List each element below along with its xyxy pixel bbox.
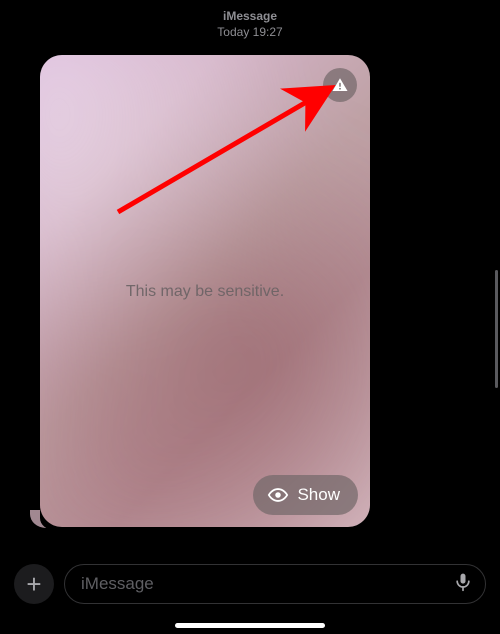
conversation-timestamp-header: iMessage Today 19:27 bbox=[0, 0, 500, 40]
home-indicator[interactable] bbox=[175, 623, 325, 628]
scroll-indicator bbox=[495, 270, 498, 388]
sensitive-warning-badge[interactable] bbox=[323, 68, 357, 102]
service-label: iMessage bbox=[0, 8, 500, 24]
warning-triangle-icon bbox=[331, 76, 349, 94]
show-sensitive-button[interactable]: Show bbox=[253, 475, 358, 515]
show-button-label: Show bbox=[297, 485, 340, 505]
message-placeholder: iMessage bbox=[81, 574, 154, 594]
dictation-mic-icon[interactable] bbox=[453, 572, 473, 596]
message-text-field[interactable]: iMessage bbox=[64, 564, 486, 604]
sensitive-content-label: This may be sensitive. bbox=[40, 283, 370, 301]
timestamp-label: Today 19:27 bbox=[0, 24, 500, 40]
eye-icon bbox=[267, 484, 289, 506]
attach-plus-button[interactable]: + bbox=[14, 564, 54, 604]
message-input-bar: + iMessage bbox=[0, 562, 500, 606]
plus-icon: + bbox=[26, 569, 41, 600]
incoming-sensitive-image-bubble[interactable]: This may be sensitive. Show bbox=[40, 55, 370, 527]
